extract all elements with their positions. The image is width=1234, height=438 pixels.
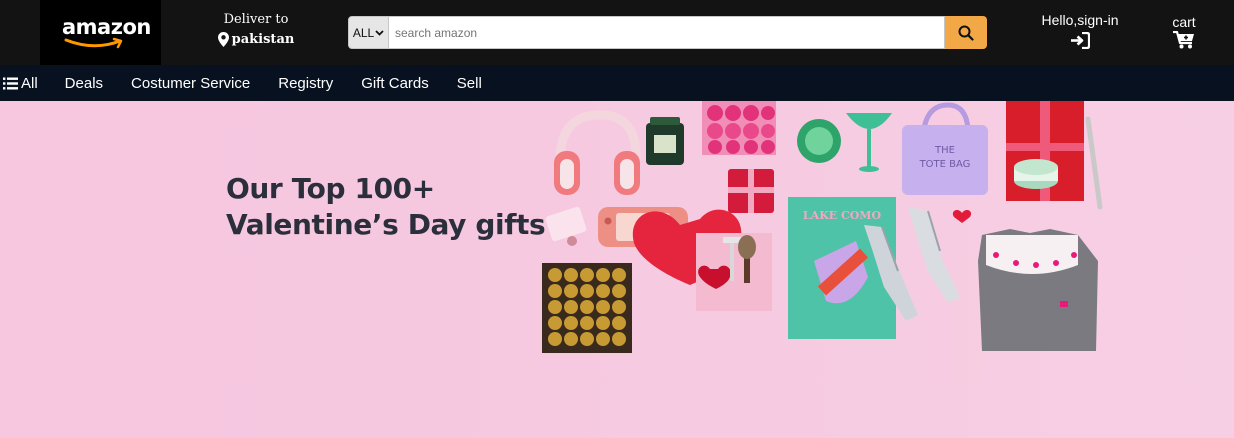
nav-bar: All Deals Costumer Service Registry Gift…: [0, 65, 1234, 101]
tote-bag-icon: THE TOTE BAG: [902, 102, 988, 195]
top-header: amazon Deliver to pakistan ALL search am…: [0, 0, 1234, 65]
hamburger-icon: [3, 77, 18, 89]
gift-tag-icon: [545, 206, 587, 246]
small-gift-icon: [728, 169, 774, 213]
svg-text:LAKE COMO: LAKE COMO: [803, 209, 882, 222]
coupe-glass-icon: [846, 113, 892, 172]
location-text: pakistan: [231, 32, 295, 47]
logo-text: amazon: [62, 15, 151, 39]
search-input[interactable]: [389, 16, 945, 49]
search-icon: [958, 25, 974, 41]
small-heart-icon: [952, 210, 972, 223]
candle-icon: [646, 117, 684, 165]
sweater-icon: [978, 229, 1098, 351]
shaving-card-icon: [696, 233, 772, 311]
deliver-location: pakistan: [214, 32, 298, 47]
chocolate-box-icon: [542, 263, 632, 353]
nav-item-registry[interactable]: Registry: [278, 75, 333, 92]
search-bar: ALL: [348, 16, 987, 49]
cart[interactable]: cart: [1166, 14, 1202, 49]
hero-title-line-1: Our Top 100+: [226, 172, 435, 205]
nav-item-customer-service[interactable]: Costumer Service: [131, 75, 250, 92]
map-pin-icon: [217, 32, 229, 47]
search-category-value: ALL: [352, 25, 375, 40]
nav-item-gift-cards[interactable]: Gift Cards: [361, 75, 429, 92]
cart-icon: [1173, 31, 1194, 49]
deliver-to[interactable]: Deliver to pakistan: [214, 12, 298, 47]
headphones-icon: [554, 110, 641, 195]
account-signin[interactable]: Hello,sign-in: [1028, 12, 1132, 49]
search-category-select[interactable]: ALL: [348, 16, 389, 49]
chevron-down-icon: [375, 29, 384, 36]
hero-title-line-2: Valentine’s Day gifts: [226, 208, 546, 241]
green-glass-icon: [797, 119, 841, 163]
search-button[interactable]: [945, 16, 987, 49]
valentine-gifts-image: THE TOTE BAG LAKE COMO: [542, 101, 1103, 353]
hero-banner[interactable]: Our Top 100+ Valentine’s Day gifts THE T…: [0, 101, 1234, 438]
hero-title: Our Top 100+ Valentine’s Day gifts: [226, 171, 546, 243]
amazon-logo[interactable]: amazon: [40, 0, 161, 65]
svg-text:TOTE BAG: TOTE BAG: [919, 159, 971, 170]
deliver-to-label: Deliver to: [223, 12, 289, 27]
nav-item-sell[interactable]: Sell: [457, 75, 482, 92]
nav-item-deals[interactable]: Deals: [65, 75, 103, 92]
rose-box-icon: [702, 101, 776, 155]
cart-label: cart: [1172, 14, 1196, 30]
cream-jar-icon: [1014, 159, 1058, 189]
logo-smile-icon: [64, 37, 123, 49]
red-gift-box-icon: [1006, 101, 1103, 210]
nav-all-menu[interactable]: All: [0, 75, 38, 92]
account-label: Hello,sign-in: [1041, 12, 1119, 28]
nav-all-label: All: [21, 74, 38, 92]
svg-text:THE: THE: [934, 145, 955, 156]
sign-in-icon: [1071, 32, 1090, 49]
